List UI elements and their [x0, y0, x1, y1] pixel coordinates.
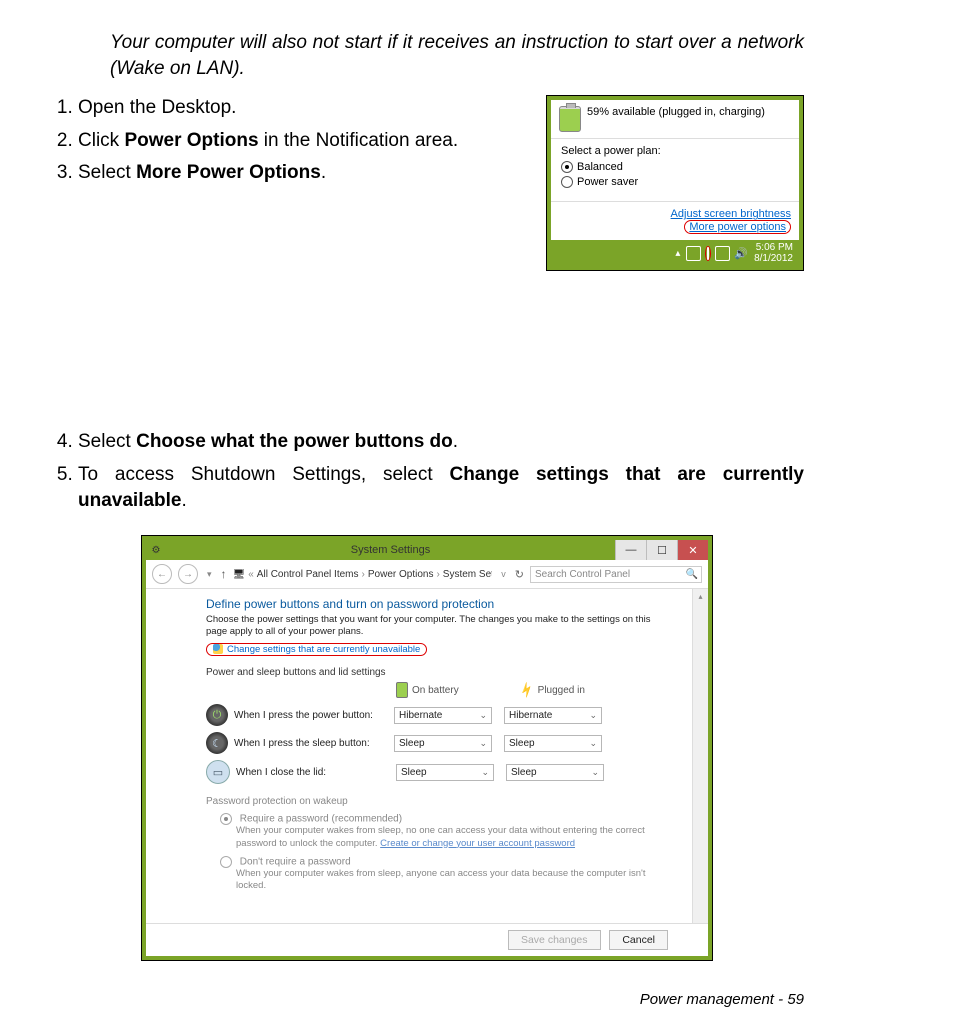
- minimize-button[interactable]: —: [615, 540, 646, 560]
- plan-balanced-label: Balanced: [577, 161, 623, 173]
- battery-tray-icon[interactable]: [705, 246, 711, 261]
- sleep-button-row-label: When I press the sleep button:: [234, 738, 394, 749]
- plan-saver-radio[interactable]: Power saver: [561, 176, 789, 188]
- more-power-options-link[interactable]: More power options: [684, 220, 791, 234]
- window-titlebar: ⚙ System Settings — ☐ ✕: [146, 540, 708, 560]
- step-4: Select Choose what the power buttons do.: [78, 279, 804, 456]
- clock-date: 8/1/2012: [754, 253, 793, 264]
- window-title: System Settings: [166, 541, 615, 559]
- chevron-down-icon: ⌄: [589, 710, 597, 721]
- search-icon: 🔍: [686, 569, 698, 580]
- address-bar: ← → ▾ ↑ 🖥 « All Control Panel Items › Po…: [146, 560, 708, 589]
- create-password-link[interactable]: Create or change your user account passw…: [380, 838, 575, 849]
- maximize-button[interactable]: ☐: [646, 540, 677, 560]
- battery-small-icon: [396, 682, 408, 698]
- network-icon[interactable]: [715, 246, 730, 261]
- column-plugged-in: ⚡Plugged in: [519, 683, 585, 697]
- step-5: To access Shutdown Settings, select Chan…: [78, 462, 804, 515]
- nav-back-button[interactable]: ←: [152, 564, 172, 584]
- page-footer: Power management - 59: [50, 991, 804, 1008]
- close-button[interactable]: ✕: [677, 540, 708, 560]
- radio-selected-icon: [220, 813, 232, 825]
- action-center-icon[interactable]: [686, 246, 701, 261]
- chevron-down-icon: ⌄: [479, 738, 487, 749]
- power-button-icon: [206, 704, 228, 726]
- taskbar-clock[interactable]: 5:06 PM 8/1/2012: [754, 242, 793, 264]
- volume-icon[interactable]: 🔊: [734, 247, 748, 260]
- nav-forward-button[interactable]: →: [178, 564, 198, 584]
- vertical-scrollbar[interactable]: ▴: [692, 589, 708, 923]
- search-input[interactable]: Search Control Panel 🔍: [530, 566, 702, 583]
- plug-icon: ⚡: [516, 680, 536, 700]
- require-password-option: Require a password (recommended) When yo…: [220, 813, 668, 850]
- sleep-battery-dropdown[interactable]: Sleep⌄: [394, 735, 492, 752]
- no-password-option: Don't require a password When your compu…: [220, 856, 668, 893]
- plan-balanced-radio[interactable]: Balanced: [561, 161, 789, 173]
- uac-shield-icon: [213, 644, 223, 654]
- power-plugged-dropdown[interactable]: Hibernate⌄: [504, 707, 602, 724]
- nav-up-button[interactable]: ↑: [221, 567, 227, 581]
- battery-icon: [559, 106, 581, 132]
- buttons-group-label: Power and sleep buttons and lid settings: [206, 667, 668, 678]
- chevron-down-icon: ⌄: [589, 738, 597, 749]
- chevron-down-icon: ⌄: [481, 767, 489, 778]
- cancel-button[interactable]: Cancel: [609, 930, 668, 950]
- column-on-battery: On battery: [396, 682, 459, 698]
- lid-row-label: When I close the lid:: [236, 767, 396, 778]
- radio-selected-icon: [561, 161, 573, 173]
- system-settings-window: ⚙ System Settings — ☐ ✕ ← → ▾ ↑ 🖥 « All …: [141, 535, 713, 961]
- nav-history-dropdown[interactable]: ▾: [207, 569, 212, 580]
- tray-expand-icon[interactable]: ▴: [675, 248, 680, 259]
- page-heading: Define power buttons and turn on passwor…: [206, 597, 668, 611]
- plan-saver-label: Power saver: [577, 176, 638, 188]
- chevron-down-icon: ⌄: [479, 710, 487, 721]
- change-settings-link[interactable]: Change settings that are currently unava…: [206, 643, 427, 656]
- lid-plugged-dropdown[interactable]: Sleep⌄: [506, 764, 604, 781]
- scroll-up-icon[interactable]: ▴: [693, 589, 708, 604]
- intro-note: Your computer will also not start if it …: [110, 30, 804, 81]
- power-options-popup: 59% available (plugged in, charging) Sel…: [546, 95, 804, 271]
- control-panel-icon: 🖥: [233, 569, 246, 580]
- adjust-brightness-link[interactable]: Adjust screen brightness: [671, 208, 791, 220]
- path-dropdown-icon[interactable]: v: [501, 569, 506, 579]
- clock-time: 5:06 PM: [754, 242, 793, 253]
- sleep-button-icon: [206, 732, 228, 754]
- taskbar: ▴ 🔊 5:06 PM 8/1/2012: [551, 240, 799, 266]
- sleep-plugged-dropdown[interactable]: Sleep⌄: [504, 735, 602, 752]
- power-button-row-label: When I press the power button:: [234, 710, 394, 721]
- window-footer: Save changes Cancel: [146, 923, 708, 956]
- battery-status-text: 59% available (plugged in, charging): [587, 106, 765, 119]
- password-group-label: Password protection on wakeup: [206, 796, 668, 807]
- lid-icon: [206, 760, 230, 784]
- radio-unselected-icon: [561, 176, 573, 188]
- page-subtext: Choose the power settings that you want …: [206, 614, 668, 639]
- select-plan-label: Select a power plan:: [561, 145, 789, 157]
- breadcrumb[interactable]: 🖥 « All Control Panel Items › Power Opti…: [233, 569, 493, 580]
- lid-battery-dropdown[interactable]: Sleep⌄: [396, 764, 494, 781]
- chevron-down-icon: ⌄: [591, 767, 599, 778]
- radio-unselected-icon: [220, 856, 232, 868]
- power-battery-dropdown[interactable]: Hibernate⌄: [394, 707, 492, 724]
- save-changes-button[interactable]: Save changes: [508, 930, 601, 950]
- refresh-button[interactable]: ↻: [515, 568, 524, 581]
